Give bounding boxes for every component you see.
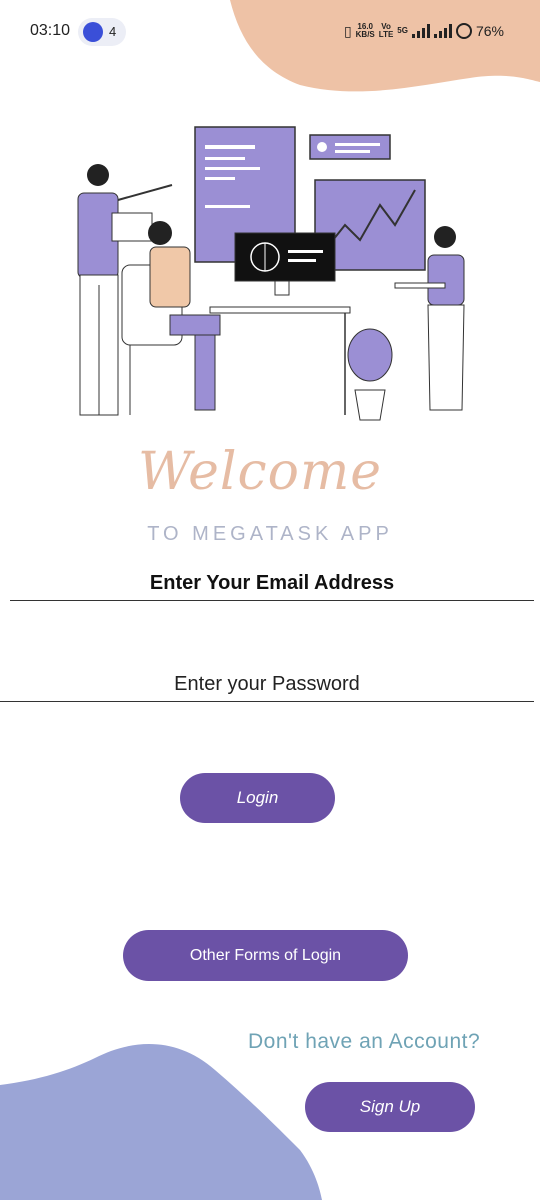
volte-bottom: LTE <box>378 30 394 39</box>
network-type: 5G <box>397 26 408 35</box>
password-input[interactable] <box>0 667 534 702</box>
app-subtitle: TO MEGATASK APP <box>147 523 393 545</box>
network-speed-unit: KB/S <box>355 30 375 39</box>
other-login-button[interactable]: Other Forms of Login <box>123 930 408 981</box>
network-speed: 16.0 KB/S <box>356 23 375 39</box>
battery-percent: 76% <box>475 23 504 39</box>
status-time: 03:10 <box>30 22 71 39</box>
signal-strength-icon-2 <box>433 24 452 38</box>
login-button[interactable]: Login <box>180 773 335 823</box>
welcome-heading: Welcome <box>137 442 383 502</box>
status-icons: ▯ 16.0 KB/S Vo LTE 5G 76% <box>344 20 504 42</box>
office-illustration <box>77 126 465 421</box>
hotspot-icon <box>83 22 103 42</box>
vibrate-icon: ▯ <box>343 22 352 39</box>
battery-icon <box>455 23 472 39</box>
status-bar: 03:10 4 ▯ 16.0 KB/S Vo LTE 5G 76% <box>0 0 540 64</box>
notification-count: 4 <box>109 24 117 39</box>
no-account-prompt: Don't have an Account? <box>248 1030 481 1053</box>
email-input[interactable] <box>10 566 534 601</box>
sign-up-button[interactable]: Sign Up <box>305 1082 475 1132</box>
signal-strength-icon <box>411 24 430 38</box>
hotspot-notification-chip: 4 <box>78 18 126 46</box>
volte-indicator: Vo LTE <box>379 23 394 39</box>
